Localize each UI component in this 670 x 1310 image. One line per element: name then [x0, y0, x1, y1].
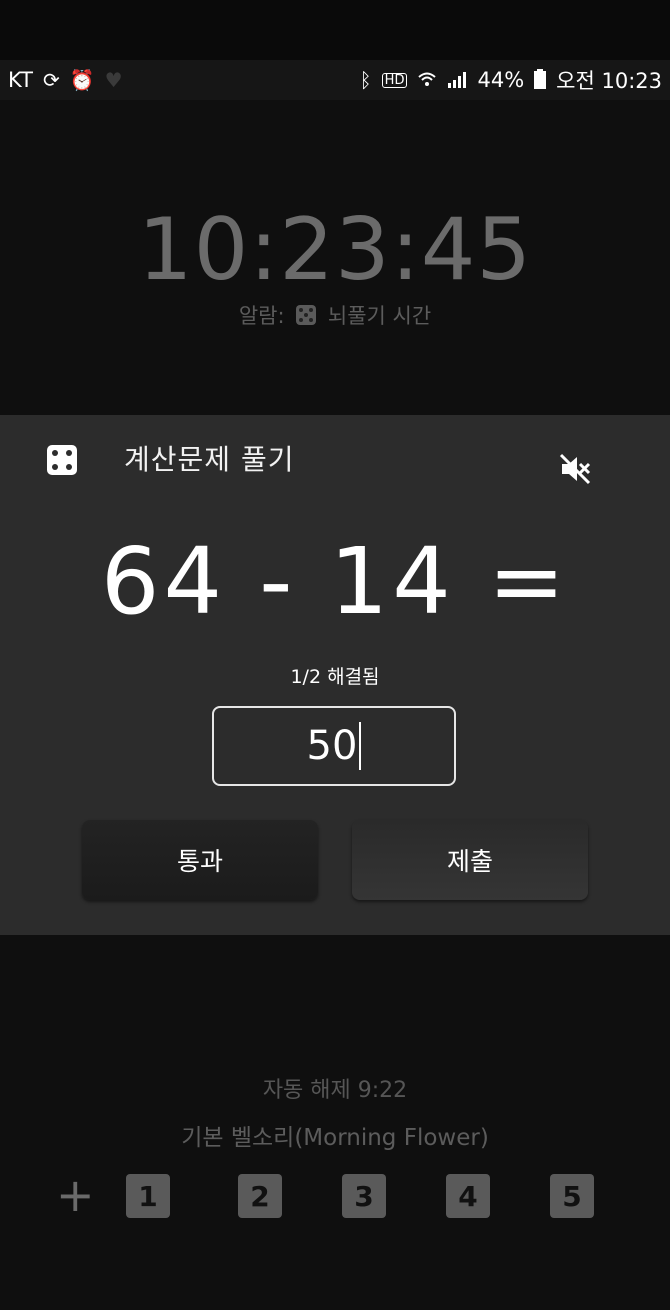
status-bar: KT ⟳ ⏰ ♥ ᛒ HD 44% 오전 10:23 [0, 60, 670, 100]
number-key-2[interactable]: 2 [238, 1174, 282, 1218]
dialog-title: 계산문제 풀기 [124, 443, 295, 476]
dice-icon [295, 304, 317, 331]
mute-icon[interactable] [558, 452, 592, 490]
status-bar-left: KT ⟳ ⏰ ♥ [8, 68, 123, 92]
math-question: 64 - 14 = [100, 528, 570, 635]
solved-progress: 1/2 해결됨 [290, 666, 380, 688]
battery-icon [534, 68, 547, 92]
answer-input[interactable]: 50 [212, 706, 456, 786]
pass-button[interactable]: 통과 [82, 820, 318, 900]
text-cursor [359, 722, 362, 770]
ringtone-label: 기본 벨소리(Morning Flower) [181, 1125, 489, 1151]
signal-icon [447, 70, 467, 91]
alarm-prefix: 알람: [238, 304, 285, 328]
submit-button[interactable]: 제출 [352, 820, 588, 900]
number-key-3[interactable]: 3 [342, 1174, 386, 1218]
hd-voice-icon: HD [381, 72, 408, 88]
number-key-4[interactable]: 4 [446, 1174, 490, 1218]
status-bar-right: ᛒ HD 44% 오전 10:23 [360, 65, 662, 95]
sync-icon: ⟳ [42, 68, 60, 92]
carrier-label: KT [8, 68, 33, 92]
alarm-name: 뇌풀기 시간 [327, 304, 432, 328]
status-time: 오전 10:23 [556, 69, 662, 93]
battery-percent: 44% [477, 68, 525, 92]
alarm-name-label: 알람: 뇌풀기 시간 [0, 300, 670, 331]
number-key-1[interactable]: 1 [126, 1174, 170, 1218]
heart-icon: ♥ [104, 68, 123, 92]
current-time-clock: 10:23:45 [137, 200, 533, 300]
top-band [0, 0, 670, 60]
bluetooth-icon: ᛒ [359, 68, 372, 92]
alarm-clock-icon: ⏰ [69, 68, 95, 92]
dice-icon [46, 444, 78, 480]
auto-dismiss-label: 자동 해제 9:22 [262, 1078, 408, 1103]
add-button[interactable]: + [56, 1172, 95, 1218]
number-key-5[interactable]: 5 [550, 1174, 594, 1218]
answer-value: 50 [306, 723, 358, 769]
wifi-icon [417, 70, 437, 91]
